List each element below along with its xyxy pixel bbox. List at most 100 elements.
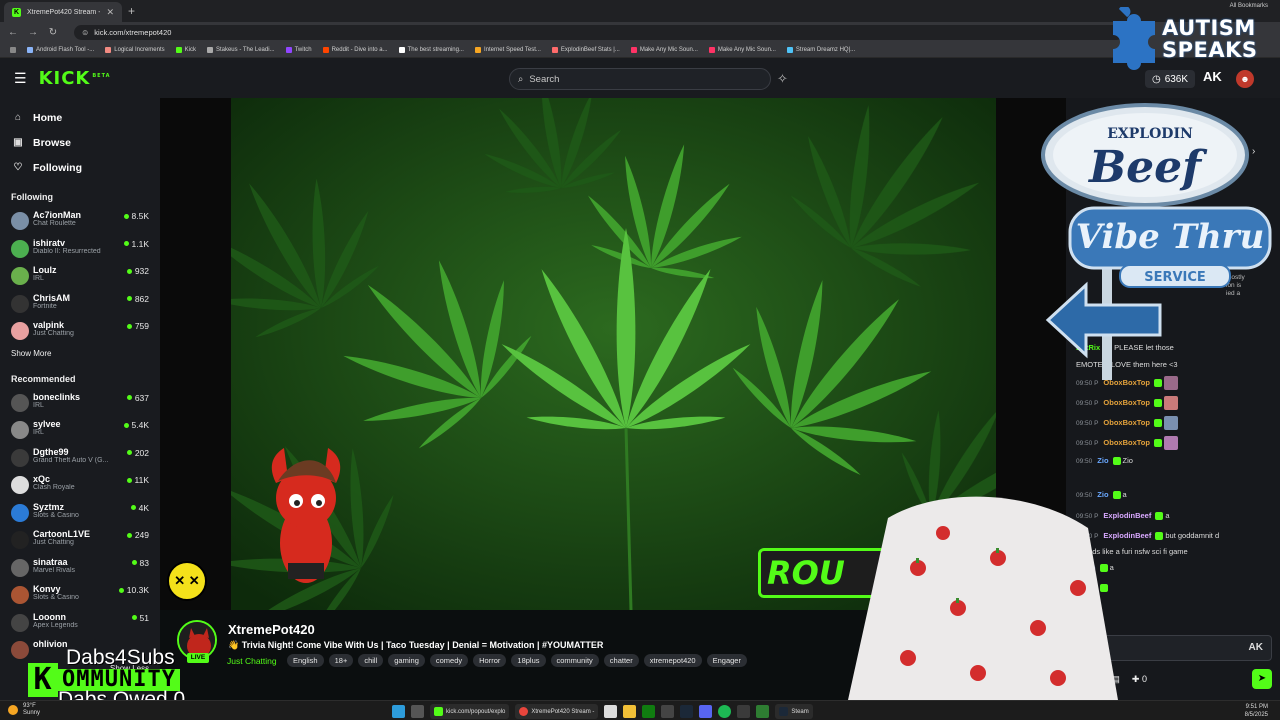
notepad-icon[interactable] xyxy=(604,705,618,718)
chat-message[interactable]: 09:50 Zio a xyxy=(1076,490,1127,500)
stream-tag[interactable]: gaming xyxy=(388,654,425,667)
sidebar-channel[interactable]: ishiratv Diablo II: Resurrected 1.1K xyxy=(0,235,160,263)
chat-send-button[interactable]: ➤ xyxy=(1252,669,1272,689)
stream-tag[interactable]: 18+ xyxy=(328,654,354,667)
bookmark-item[interactable]: Android Flash Tool -... xyxy=(27,46,94,53)
sidebar-channel[interactable]: ChrisAM Fortnite 862 xyxy=(0,290,160,318)
stream-tag[interactable]: 18plus xyxy=(511,654,546,667)
menu-icon[interactable]: ☰ xyxy=(14,70,27,87)
channel-points[interactable]: ◉ 600 xyxy=(1074,674,1099,685)
chat-username[interactable]: OboxBoxTop xyxy=(1103,418,1150,427)
settings-icon[interactable] xyxy=(661,705,675,718)
spotify-icon[interactable] xyxy=(718,705,732,718)
apps-icon[interactable] xyxy=(10,46,16,53)
chat-username[interactable]: OboxBoxTop xyxy=(1103,398,1150,407)
sidebar-channel[interactable]: Dgthe99 Grand Theft Auto V (G... 202 xyxy=(0,444,160,472)
sidebar-channel[interactable]: Konvy Slots & Casino 10.3K xyxy=(0,581,160,609)
chat-username[interactable]: OboxBoxTop xyxy=(1103,438,1150,447)
bookmark-item[interactable]: Logical Increments xyxy=(105,46,165,53)
reload-icon[interactable]: ↻ xyxy=(48,27,58,38)
chat-username[interactable]: MING xyxy=(1076,563,1096,572)
gift-icon[interactable]: ▤ xyxy=(1111,674,1120,685)
site-info-icon[interactable]: ⊜ xyxy=(82,28,88,37)
chat-message[interactable]: BotRix PLEASE let those xyxy=(1076,343,1174,353)
browser-tab[interactable]: K XtremePot420 Stream - Wa ✕ xyxy=(4,2,122,22)
chat-collapse-icon[interactable]: › xyxy=(1252,146,1255,157)
chat-settings-icon[interactable]: ⚙ xyxy=(1254,208,1261,217)
xbox-icon[interactable] xyxy=(642,705,656,718)
weather-widget[interactable]: 93°F Sunny xyxy=(8,703,40,717)
stream-tag[interactable]: community xyxy=(550,654,599,667)
new-tab-icon[interactable]: + xyxy=(128,4,135,18)
user-avatar[interactable]: ☻ xyxy=(1236,70,1254,88)
search-icon[interactable] xyxy=(411,705,424,718)
close-tab-icon[interactable]: ✕ xyxy=(106,7,114,18)
emote-picker-icon[interactable]: AK xyxy=(1249,642,1263,653)
chat-message[interactable]: MING a xyxy=(1076,563,1114,573)
chat-message[interactable]: this is facts xyxy=(1076,304,1113,313)
chat-username[interactable]: ExplodinBeef xyxy=(1103,511,1151,520)
sidebar-channel[interactable]: Ac7ionMan Chat Roulette 8.5K xyxy=(0,207,160,235)
search-input[interactable]: ⌕ Search xyxy=(509,68,771,90)
chat-message[interactable]: 09:50 P ExplodinBeef but goddamnit d xyxy=(1076,531,1219,541)
chat-message[interactable]: 09:50 P OboxBoxTop xyxy=(1076,436,1178,450)
points-counter[interactable]: ◷ 636K xyxy=(1145,70,1195,88)
bookmark-item[interactable]: Kick xyxy=(175,46,196,53)
sidebar-channel[interactable]: Looonn Apex Legends 51 xyxy=(0,609,160,637)
bookmark-item[interactable]: Stream Dreamz HQ|... xyxy=(786,46,855,53)
sparkle-icon[interactable]: ✧ xyxy=(777,71,788,87)
taskbar-kick-popout[interactable]: kick.com/popout/explo xyxy=(430,704,510,719)
gift-count[interactable]: ✚ 0 xyxy=(1132,674,1147,685)
chat-message[interactable]: 09:50 P OboxBoxTop xyxy=(1076,416,1178,430)
subscribe-button[interactable]: ★ Subscribe xyxy=(972,625,1050,643)
bookmark-item[interactable]: Internet Speed Test... xyxy=(474,46,541,53)
sidebar-nav-browse[interactable]: ▣ Browse xyxy=(0,130,160,155)
chat-message[interactable]: 09:50 P OboxBoxTop xyxy=(1076,396,1178,410)
stream-tag[interactable]: chill xyxy=(358,654,384,667)
ak-badge[interactable]: AK xyxy=(1203,69,1222,84)
sidebar-channel[interactable]: xQc Clash Royale 11K xyxy=(0,471,160,499)
chat-username[interactable]: ExplodinBeef xyxy=(1103,531,1151,540)
chat-message[interactable]: 09:50 Zio Zio xyxy=(1076,456,1133,466)
system-clock[interactable]: 9:51 PM 8/5/2025 xyxy=(1245,703,1268,719)
kick-logo[interactable]: KICK BETA xyxy=(39,68,111,89)
discord-icon[interactable] xyxy=(699,705,713,718)
stream-tag[interactable]: xtremepot420 xyxy=(643,654,702,667)
chat-message[interactable]: EMOTE e LOVE them here <3 xyxy=(1076,360,1178,369)
app-icon[interactable] xyxy=(737,705,751,718)
show-more-button[interactable]: Show More xyxy=(0,349,160,358)
video-player[interactable] xyxy=(231,98,996,610)
bookmark-item[interactable]: The best streaming... xyxy=(398,46,464,53)
sidebar-channel[interactable]: valpink Just Chatting 759 xyxy=(0,317,160,345)
address-bar[interactable]: ⊜ kick.com/xtremepot420 xyxy=(74,24,1124,40)
sidebar-channel[interactable]: boneclinks IRL 637 xyxy=(0,389,160,417)
back-icon[interactable]: ← xyxy=(8,27,18,38)
steam-icon[interactable] xyxy=(680,705,694,718)
stream-category[interactable]: Just Chatting xyxy=(227,656,277,666)
stream-tag[interactable]: Horror xyxy=(473,654,507,667)
folder-icon[interactable] xyxy=(623,705,637,718)
chat-username[interactable]: OboxBoxTop xyxy=(1103,378,1150,387)
forward-icon[interactable]: → xyxy=(28,27,38,38)
bookmark-item[interactable]: Make Any Mic Soun... xyxy=(630,46,698,53)
chat-username[interactable]: BotRix xyxy=(1076,343,1100,352)
windows-start-icon[interactable] xyxy=(392,705,405,718)
chat-message[interactable]: 09:50 P OboxBoxTop xyxy=(1076,376,1178,390)
app-icon-2[interactable] xyxy=(756,705,770,718)
stream-tag[interactable]: Engager xyxy=(706,654,747,667)
sidebar-channel[interactable]: sylvee IRL 5.4K xyxy=(0,416,160,444)
taskbar-steam[interactable]: Steam xyxy=(775,704,813,719)
bookmark-item[interactable]: Make Any Mic Soun... xyxy=(708,46,776,53)
bookmark-item[interactable]: Twitch xyxy=(285,46,312,53)
chat-username[interactable]: Zio xyxy=(1097,456,1108,465)
sidebar-channel[interactable]: CartoonL1VE Just Chatting 249 xyxy=(0,526,160,554)
stream-tag[interactable]: chatter xyxy=(603,654,639,667)
chat-message[interactable]: sounds like a furi nsfw sci fi game xyxy=(1076,547,1188,556)
streamer-name[interactable]: XtremePot420 xyxy=(228,622,315,637)
chat-username[interactable]: MING xyxy=(1076,583,1096,592)
taskbar-chrome[interactable]: XtremePot420 Stream - xyxy=(515,704,599,719)
bookmark-item[interactable]: Reddit - Dive into a... xyxy=(322,46,388,53)
chat-message[interactable]: 09:50 P ExplodinBeef a xyxy=(1076,511,1170,521)
stream-tag[interactable]: English xyxy=(287,654,324,667)
sidebar-channel[interactable]: sinatraa Marvel Rivals 83 xyxy=(0,554,160,582)
